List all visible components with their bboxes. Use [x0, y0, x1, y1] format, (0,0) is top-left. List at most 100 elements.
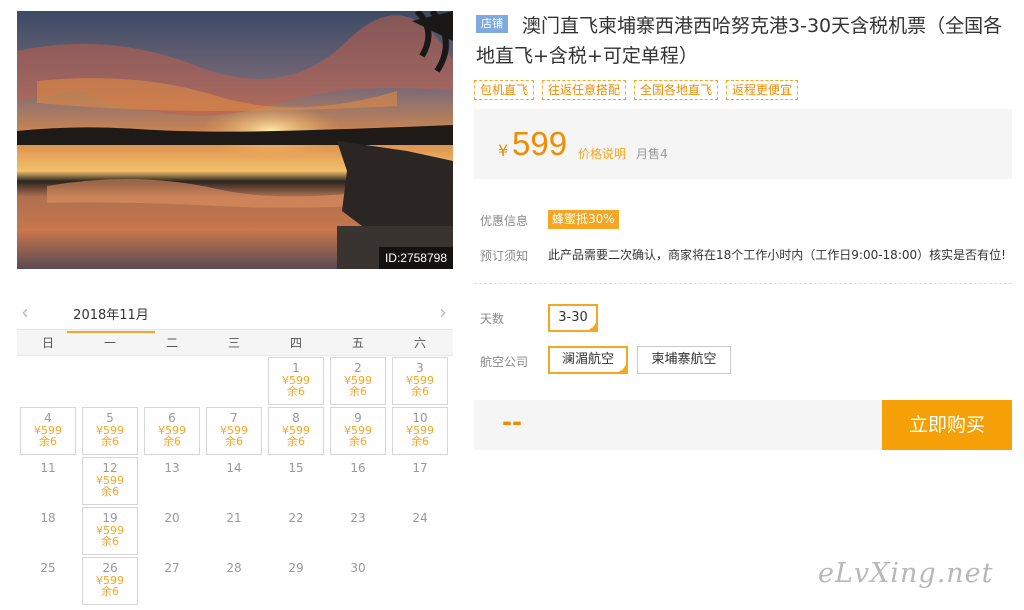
- calendar-day-available[interactable]: 1 ¥599 余6: [265, 356, 327, 406]
- promo-label: 优惠信息: [480, 214, 529, 228]
- calendar-day-available[interactable]: 12 ¥599 余6: [79, 456, 141, 506]
- day-number: 11: [40, 461, 56, 475]
- day-number: 1: [292, 361, 300, 375]
- airline-option-lanmei[interactable]: 澜湄航空 ✓: [548, 346, 628, 374]
- buy-now-button[interactable]: 立即购买: [882, 400, 1012, 450]
- calendar-day: 21: [203, 506, 265, 556]
- day-remaining: 余6: [39, 435, 57, 448]
- day-remaining: 余6: [411, 435, 429, 448]
- day-number: 18: [40, 511, 56, 525]
- price-panel: ¥ 599 价格说明 月售4: [474, 109, 1012, 179]
- calendar-blank-cell: [17, 356, 79, 406]
- calendar-day-available[interactable]: 26 ¥599 余6: [79, 556, 141, 606]
- calendar-day-available[interactable]: 10 ¥599 余6: [389, 406, 451, 456]
- product-photo: ID:2758798: [17, 11, 453, 269]
- site-watermark: eLvXing.net: [818, 558, 994, 589]
- feature-tag: 全国各地直飞: [634, 80, 719, 100]
- day-remaining: 余6: [349, 435, 367, 448]
- day-remaining: 余6: [287, 435, 305, 448]
- day-remaining: 余6: [411, 385, 429, 398]
- day-remaining: 余6: [101, 435, 119, 448]
- day-number: 3: [416, 361, 424, 375]
- day-number: 2: [354, 361, 362, 375]
- calendar-day: 17: [389, 456, 451, 506]
- calendar-day-available[interactable]: 4 ¥599 余6: [17, 406, 79, 456]
- calendar-day-available[interactable]: 8 ¥599 余6: [265, 406, 327, 456]
- days-option[interactable]: 3-30 ✓: [548, 304, 598, 332]
- check-icon: ✓: [590, 323, 596, 331]
- day-number: 24: [412, 511, 428, 525]
- calendar-day: 16: [327, 456, 389, 506]
- day-number: 27: [164, 561, 180, 575]
- day-number: 30: [350, 561, 366, 575]
- day-number: 6: [168, 411, 176, 425]
- weekday-header: 日 一 二 三 四 五 六: [17, 330, 453, 356]
- calendar-day: 24: [389, 506, 451, 556]
- day-number: 29: [288, 561, 304, 575]
- calendar-day-available[interactable]: 7 ¥599 余6: [203, 406, 265, 456]
- feature-tag: 往返任意搭配: [542, 80, 627, 100]
- calendar-day: 23: [327, 506, 389, 556]
- day-number: 14: [226, 461, 242, 475]
- price-note-link[interactable]: 价格说明: [578, 145, 626, 162]
- calendar-day: 18: [17, 506, 79, 556]
- calendar-day: 14: [203, 456, 265, 506]
- chevron-right-icon[interactable]: ›: [439, 302, 447, 322]
- notice-label: 预订须知: [480, 249, 529, 263]
- calendar-blank-cell: [203, 356, 265, 406]
- calendar-header: ‹ 2018年11月 ›: [17, 296, 453, 333]
- days-label: 天数: [480, 312, 505, 326]
- weekday-label: 六: [413, 336, 426, 350]
- divider: [474, 283, 1012, 284]
- day-number: 17: [412, 461, 428, 475]
- day-remaining: 余6: [163, 435, 181, 448]
- calendar-blank-cell: [141, 356, 203, 406]
- weekday-label: 五: [351, 336, 364, 350]
- currency-symbol: ¥: [498, 141, 509, 160]
- weekday-label: 日: [41, 336, 54, 350]
- chevron-left-icon[interactable]: ‹: [21, 302, 29, 322]
- day-remaining: 余6: [225, 435, 243, 448]
- product-title: 澳门直飞柬埔寨西港西哈努克港3-30天含税机票（全国各地直飞+含税+可定单程）: [476, 15, 1003, 67]
- feature-tag: 包机直飞: [474, 80, 535, 100]
- promo-badge: 蜂蜜抵30%: [548, 210, 619, 229]
- shop-badge: 店铺: [476, 15, 508, 33]
- calendar-grid: 1 ¥599 余6 2 ¥599 余6 3 ¥599 余6 4 ¥599 余6 5 ¥599 余6 6 ¥599…: [17, 356, 453, 606]
- calendar-day: 29: [265, 556, 327, 606]
- calendar-day-available[interactable]: 9 ¥599 余6: [327, 406, 389, 456]
- day-remaining: 余6: [349, 385, 367, 398]
- sunset-lake-image: [17, 11, 453, 269]
- day-number: 5: [106, 411, 114, 425]
- day-number: 28: [226, 561, 242, 575]
- day-number: 13: [164, 461, 180, 475]
- calendar-day-available[interactable]: 3 ¥599 余6: [389, 356, 451, 406]
- calendar-blank-cell: [79, 356, 141, 406]
- calendar-month-tab[interactable]: 2018年11月: [67, 304, 155, 333]
- day-number: 22: [288, 511, 304, 525]
- day-number: 9: [354, 411, 362, 425]
- airline-option-cambodia[interactable]: 柬埔寨航空: [637, 346, 731, 374]
- calendar-day-available[interactable]: 19 ¥599 余6: [79, 506, 141, 556]
- weekday-label: 四: [289, 336, 302, 350]
- day-number: 16: [350, 461, 366, 475]
- calendar-day-available[interactable]: 2 ¥599 余6: [327, 356, 389, 406]
- feature-tags: 包机直飞 往返任意搭配 全国各地直飞 返程更便宜: [474, 80, 799, 100]
- day-number: 19: [102, 511, 118, 525]
- calendar-day-available[interactable]: 5 ¥599 余6: [79, 406, 141, 456]
- days-option-label: 3-30: [558, 310, 588, 325]
- departure-calendar: ‹ 2018年11月 › 日 一 二 三 四 五 六 1 ¥599 余6 2 ¥599 余…: [17, 296, 453, 606]
- day-number: 12: [102, 461, 118, 475]
- day-remaining: 余6: [287, 385, 305, 398]
- day-number: 26: [102, 561, 118, 575]
- calendar-day-available[interactable]: 6 ¥599 余6: [141, 406, 203, 456]
- day-remaining: 余6: [101, 485, 119, 498]
- calendar-day: 22: [265, 506, 327, 556]
- photo-id-label: ID:2758798: [378, 247, 453, 269]
- day-number: 15: [288, 461, 304, 475]
- total-price: --: [502, 408, 522, 436]
- weekday-label: 二: [165, 336, 178, 350]
- notice-text: 此产品需要二次确认，商家将在18个工作小时内（工作日9:00-18:00）核实是…: [548, 248, 1006, 262]
- day-number: 21: [226, 511, 242, 525]
- calendar-day: 27: [141, 556, 203, 606]
- check-icon: ✓: [620, 365, 626, 373]
